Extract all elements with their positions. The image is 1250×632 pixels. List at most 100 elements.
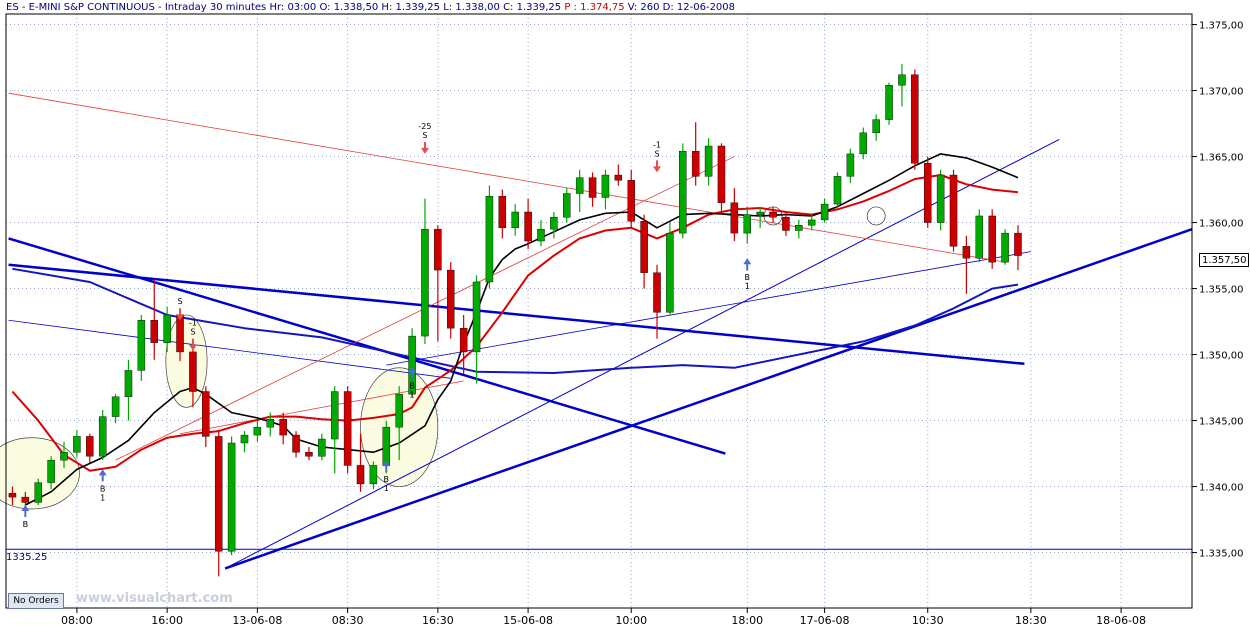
candle [150,279,158,360]
last-price-marker: 1.357,50 [1199,253,1249,267]
candle-body [807,219,816,226]
candle [214,429,223,577]
candle [421,198,429,344]
header-p: P : 1.374,75 [564,2,625,13]
candle-body [498,195,507,229]
signal-label: 1 [384,484,389,493]
no-orders-button[interactable]: No Orders [8,593,64,609]
candle [343,386,352,474]
candle-body [292,434,300,453]
y-tick-label: 1.340,00 [1199,483,1244,494]
x-tick-label: 10:30 [912,614,944,627]
candle-body [975,215,984,259]
candle-body [8,492,17,498]
candle [485,185,494,289]
candle [330,386,339,474]
candle-body [679,151,687,234]
candle [434,225,442,342]
candle-body [1014,232,1022,256]
candle-body [666,232,674,313]
candle [98,410,107,461]
signal-label: S [654,149,659,158]
candle-body [47,459,55,483]
candle-body [524,211,532,242]
candle-body [111,396,120,417]
candle [137,314,146,381]
candle-body [472,281,481,353]
candle [1001,229,1009,265]
candle-body [911,74,919,164]
candle-body [730,202,739,234]
candle-body [782,217,790,231]
buy-signal: B1 [743,258,752,291]
candle-body [21,496,30,503]
buy-signal: B1 [98,469,107,502]
signal-label: S [190,328,195,337]
signal-label: B [409,381,415,390]
candle-body [769,211,777,218]
candle-body [98,416,107,457]
y-tick-label: 1.370,00 [1199,87,1244,98]
candle-body [1001,232,1009,263]
candle-body [266,419,275,428]
y-tick-label: 1.365,00 [1199,153,1244,164]
candle-body [717,145,726,203]
candle [292,431,300,458]
grid [6,14,1192,608]
candle-body [537,228,545,242]
candle [975,209,984,263]
signal-label: 1 [745,282,750,291]
candle-body [691,151,700,177]
candle [240,431,249,453]
candle-body [601,174,610,198]
candle-body [833,176,842,205]
signal-label: -1 [653,140,661,149]
header-date: D: 12-06-2008 [662,2,736,13]
fan-line-flat [386,251,1031,366]
chart-header: ES - E-MINI S&P CONTINUOUS - Intraday 30… [6,2,736,13]
candle [34,478,42,506]
candle [949,169,958,252]
header-interval: Intraday 30 minutes [164,2,267,13]
candle [923,156,932,228]
candle [936,169,945,231]
candle [717,143,726,212]
candle-body [627,180,635,222]
y-tick-label: 1.375,00 [1199,21,1244,32]
up-arrow-icon [743,258,752,271]
candle [550,212,558,239]
x-tick-label: 08:30 [332,614,364,627]
candle-body [563,193,571,218]
x-tick-label: 17-06-08 [800,614,850,627]
red-diagonal [8,92,1006,263]
y-tick-label: 1.360,00 [1199,219,1244,230]
candle [1014,225,1022,271]
candle-body [820,203,829,221]
signal-label: -25 [418,122,431,131]
candle [627,169,635,228]
x-tick-label: 13-06-08 [232,614,282,627]
horizontal-level-label: 1335.25 [6,552,48,563]
candle [588,172,597,207]
signal-label: -1 [189,319,197,328]
candle [575,169,584,212]
candle-body [227,442,236,552]
candle [459,314,468,375]
candle [305,446,313,461]
candle [666,222,674,315]
candle-body [795,224,803,231]
candle [601,169,610,210]
sell-signal: -25S [418,122,432,154]
candle [730,188,739,242]
candle-body [511,211,519,229]
candle-body [369,465,378,485]
plot-frame [5,13,1193,609]
price-chart[interactable]: BB1S-1SB1B1-25S-1SB1 1.335,001.340,001.3… [0,0,1250,632]
candle-body [240,434,249,444]
candle [911,69,919,170]
candle [756,206,764,228]
candle [253,420,262,442]
down-arrow-icon [420,141,429,154]
highlight-zones [0,206,886,510]
candle-body [318,438,326,457]
